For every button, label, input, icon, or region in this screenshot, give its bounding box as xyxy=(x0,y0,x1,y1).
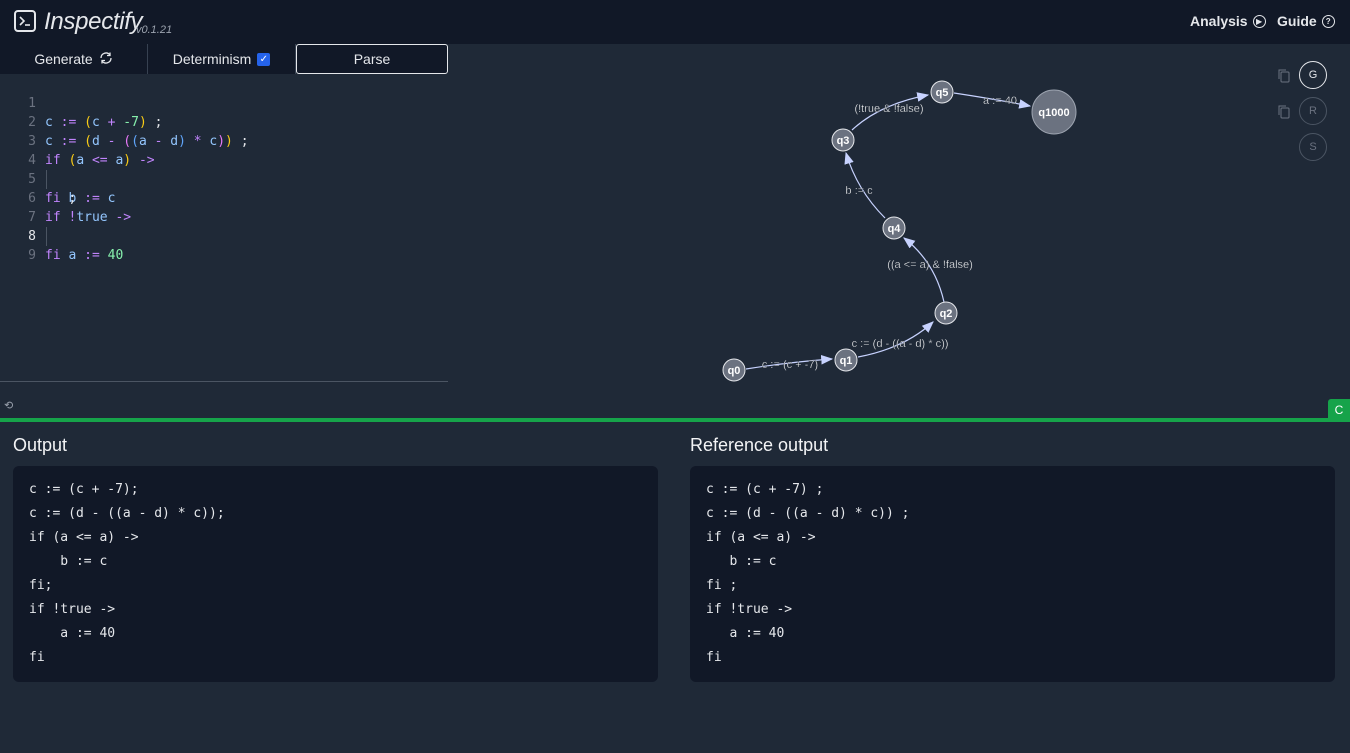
node-q2: q2 xyxy=(934,301,958,325)
parse-label: Parse xyxy=(353,51,391,67)
reference-line: if (a <= a) -> xyxy=(706,530,816,545)
code-line: 5 fi ; xyxy=(0,151,448,206)
output-line: c := (d - ((a - d) * c)); xyxy=(29,506,225,521)
output-line: c := (c + -7); xyxy=(29,482,139,497)
graph-s-button[interactable]: S xyxy=(1299,133,1327,161)
reference-line: a := 40 xyxy=(706,626,785,641)
code-text: fi xyxy=(45,248,61,263)
svg-text:q0: q0 xyxy=(728,365,741,377)
help-circle-icon: ? xyxy=(1321,14,1335,28)
reference-line: fi xyxy=(706,650,722,665)
app-title: Inspectify xyxy=(44,8,143,35)
editor-toolbar: Generate Determinism ✓ Parse xyxy=(0,44,448,74)
graph-r-button[interactable]: R xyxy=(1299,97,1327,125)
edge-label: ((a <= a) & !false) xyxy=(887,259,973,271)
node-q4: q4 xyxy=(882,216,906,240)
reference-line: b := c xyxy=(706,554,777,569)
code-line: 2 c := (d - ((a - d) * c)) ; xyxy=(0,94,448,149)
edge-label: a := 40 xyxy=(983,95,1017,107)
reference-panel: c := (c + -7) ; c := (d - ((a - d) * c))… xyxy=(690,466,1335,682)
node-q1000: q1000 xyxy=(1031,89,1077,135)
terminal-logo-icon xyxy=(14,10,36,32)
output-title: Output xyxy=(13,435,68,455)
refresh-icon xyxy=(99,51,113,67)
nav-analysis-label: Analysis xyxy=(1190,13,1248,29)
top-bar: Inspectify v0.1.21 Analysis ▶ Guide ? xyxy=(0,0,1350,44)
status-divider xyxy=(0,418,1350,422)
edge-label: (!true & !false) xyxy=(854,103,923,115)
generate-label: Generate xyxy=(34,51,93,67)
parse-button[interactable]: Parse xyxy=(296,44,448,74)
code-line: 9 xyxy=(0,227,448,263)
status-badge[interactable]: C xyxy=(1328,399,1350,420)
determinism-toggle[interactable]: Determinism ✓ xyxy=(148,44,296,74)
svg-text:q2: q2 xyxy=(940,308,953,320)
node-q3: q3 xyxy=(831,128,855,152)
node-q5: q5 xyxy=(930,80,954,104)
output-panel: c := (c + -7); c := (d - ((a - d) * c));… xyxy=(13,466,658,682)
copy-icon[interactable] xyxy=(1278,69,1290,83)
code-line: 8 fi xyxy=(0,208,448,263)
code-line: 1 c := (c + -7) ; xyxy=(0,75,448,130)
output-line: b := c xyxy=(29,554,108,569)
automaton-graph[interactable]: c := (c + -7) c := (d - ((a - d) * c)) (… xyxy=(448,44,1350,418)
nav-guide-label: Guide xyxy=(1277,13,1317,29)
reference-title: Reference output xyxy=(690,435,829,455)
code-line: 7 a := 40 xyxy=(0,189,448,263)
code-line: 4 b := c xyxy=(0,132,448,206)
reference-line: c := (c + -7) ; xyxy=(706,482,824,497)
nav-analysis-link[interactable]: Analysis ▶ xyxy=(1190,13,1266,29)
generate-button[interactable]: Generate xyxy=(0,44,148,74)
determinism-checkbox[interactable]: ✓ xyxy=(257,52,271,66)
copy-icon[interactable] xyxy=(1278,105,1290,119)
output-line: a := 40 xyxy=(29,626,116,641)
reference-line: c := (d - ((a - d) * c)) ; xyxy=(706,506,910,521)
line-number: 9 xyxy=(28,248,36,263)
play-circle-icon: ▶ xyxy=(1252,14,1266,28)
graph-g-button[interactable]: G xyxy=(1299,61,1327,89)
svg-text:q1000: q1000 xyxy=(1038,107,1069,119)
svg-text:q3: q3 xyxy=(837,135,850,147)
edge-label: c := (d - ((a - d) * c)) xyxy=(852,338,949,350)
output-line: if (a <= a) -> xyxy=(29,530,139,545)
edge-label: b := c xyxy=(845,185,873,197)
output-line: fi; xyxy=(29,578,53,593)
code-line: 3 if (a <= a) -> xyxy=(0,113,448,168)
code-line: 6 if !true -> xyxy=(0,170,448,225)
node-q0: q0 xyxy=(722,358,746,382)
reset-icon[interactable]: ⟲ xyxy=(4,399,13,412)
svg-text:q4: q4 xyxy=(888,223,902,235)
svg-text:q5: q5 xyxy=(936,87,949,99)
code-editor[interactable]: 1 c := (c + -7) ; 2 c := (d - ((a - d) *… xyxy=(0,74,448,382)
output-line: if !true -> xyxy=(29,602,116,617)
app-version: v0.1.21 xyxy=(136,24,173,36)
node-q1: q1 xyxy=(834,348,858,372)
determinism-label: Determinism xyxy=(172,51,252,67)
reference-line: if !true -> xyxy=(706,602,793,617)
svg-text:q1: q1 xyxy=(840,355,853,367)
output-line: fi xyxy=(29,650,45,665)
reference-line: fi ; xyxy=(706,578,738,593)
nav-guide-link[interactable]: Guide ? xyxy=(1277,13,1335,29)
edge-label: c := (c + -7) xyxy=(762,359,818,371)
